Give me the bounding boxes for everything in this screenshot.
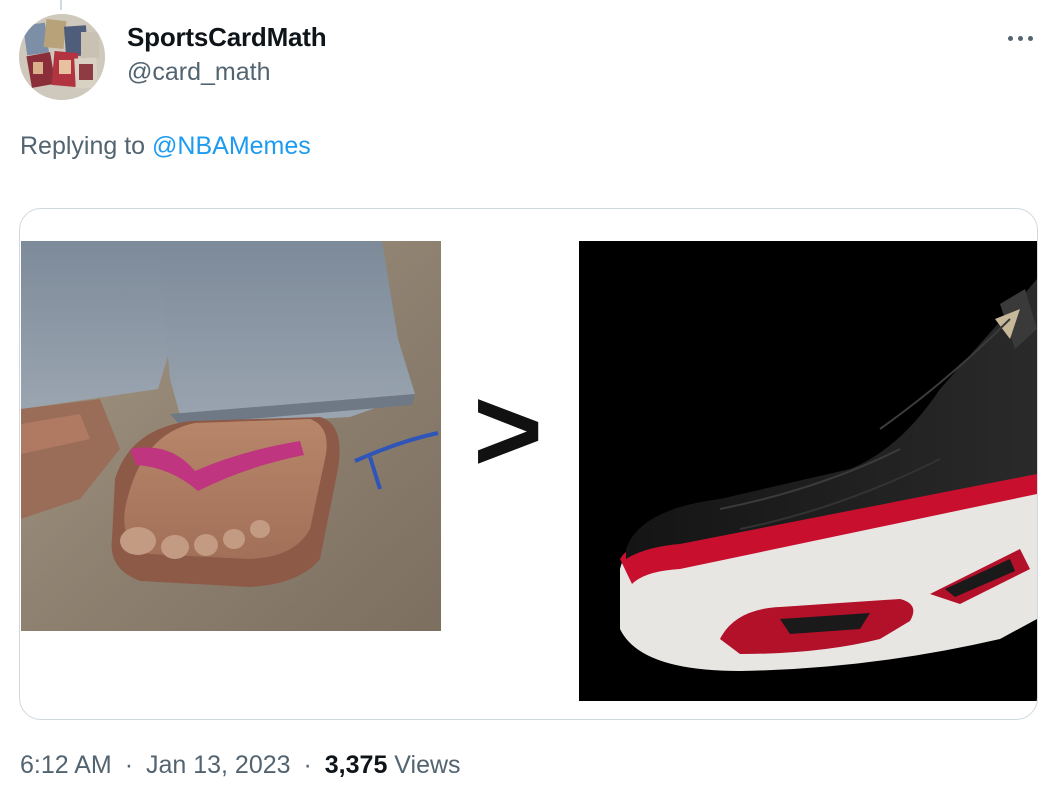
tweet-time[interactable]: 6:12 AM — [20, 751, 112, 779]
reply-mention-link[interactable]: @NBAMemes — [152, 132, 311, 160]
more-options-icon-dot — [1017, 35, 1023, 41]
thread-connector-line — [60, 0, 62, 10]
tweet-date[interactable]: Jan 13, 2023 — [146, 751, 291, 779]
replying-to-label: Replying to — [20, 132, 146, 160]
media-meme-image: > — [21, 241, 1037, 701]
meta-separator: · — [124, 751, 134, 779]
replying-to-line: Replying to @NBAMemes — [20, 132, 311, 161]
more-options-icon-dot — [1027, 35, 1033, 41]
tweet-media-card[interactable]: > — [19, 208, 1038, 720]
photo-black-red-white-sneaker — [579, 241, 1037, 701]
more-options-icon — [1007, 35, 1013, 41]
avatar-image — [19, 14, 105, 100]
photo-feet-in-worn-sandals — [21, 241, 441, 631]
author-display-name[interactable]: SportsCardMath — [127, 22, 327, 53]
more-options-button[interactable] — [1000, 22, 1040, 54]
views-count: 3,375 — [324, 751, 388, 779]
author-handle[interactable]: @card_math — [127, 58, 271, 87]
tweet-meta: 6:12 AM · Jan 13, 2023 · 3,375 Views — [20, 751, 461, 780]
comparison-symbol: > — [473, 363, 543, 497]
views-label: Views — [394, 751, 461, 779]
meta-separator: · — [303, 751, 312, 779]
avatar[interactable] — [19, 14, 105, 100]
